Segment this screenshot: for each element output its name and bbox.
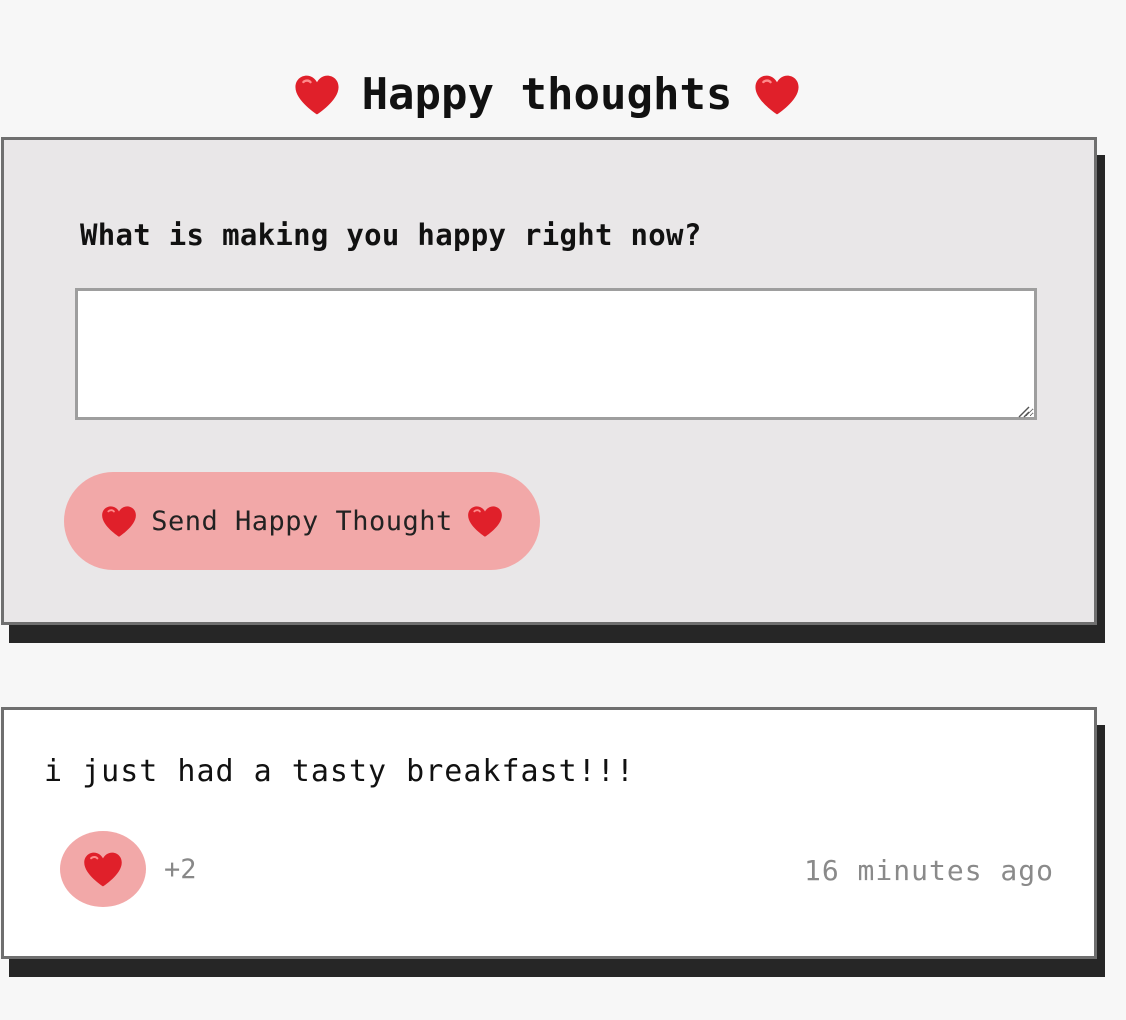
form-label: What is making you happy right now?	[80, 218, 702, 252]
thought-form: What is making you happy right now? Send…	[1, 137, 1097, 625]
heart-icon	[83, 851, 123, 888]
resize-grip-icon[interactable]	[1016, 403, 1030, 418]
heart-icon	[467, 505, 503, 538]
send-thought-button[interactable]: Send Happy Thought	[64, 472, 540, 570]
thought-timestamp: 16 minutes ago	[803, 854, 1054, 887]
heart-icon	[754, 74, 800, 116]
thought-card: i just had a tasty breakfast!!! +2 16 mi…	[1, 707, 1097, 959]
like-count: +2	[164, 854, 197, 885]
thought-message: i just had a tasty breakfast!!!	[44, 754, 635, 789]
like-button[interactable]	[60, 831, 146, 907]
thought-input[interactable]	[75, 288, 1037, 420]
page-title-text: Happy thoughts	[361, 69, 733, 121]
heart-icon	[294, 74, 340, 116]
heart-icon	[101, 505, 137, 538]
send-thought-label: Send Happy Thought	[151, 505, 453, 537]
page-title: Happy thoughts	[0, 63, 1094, 125]
